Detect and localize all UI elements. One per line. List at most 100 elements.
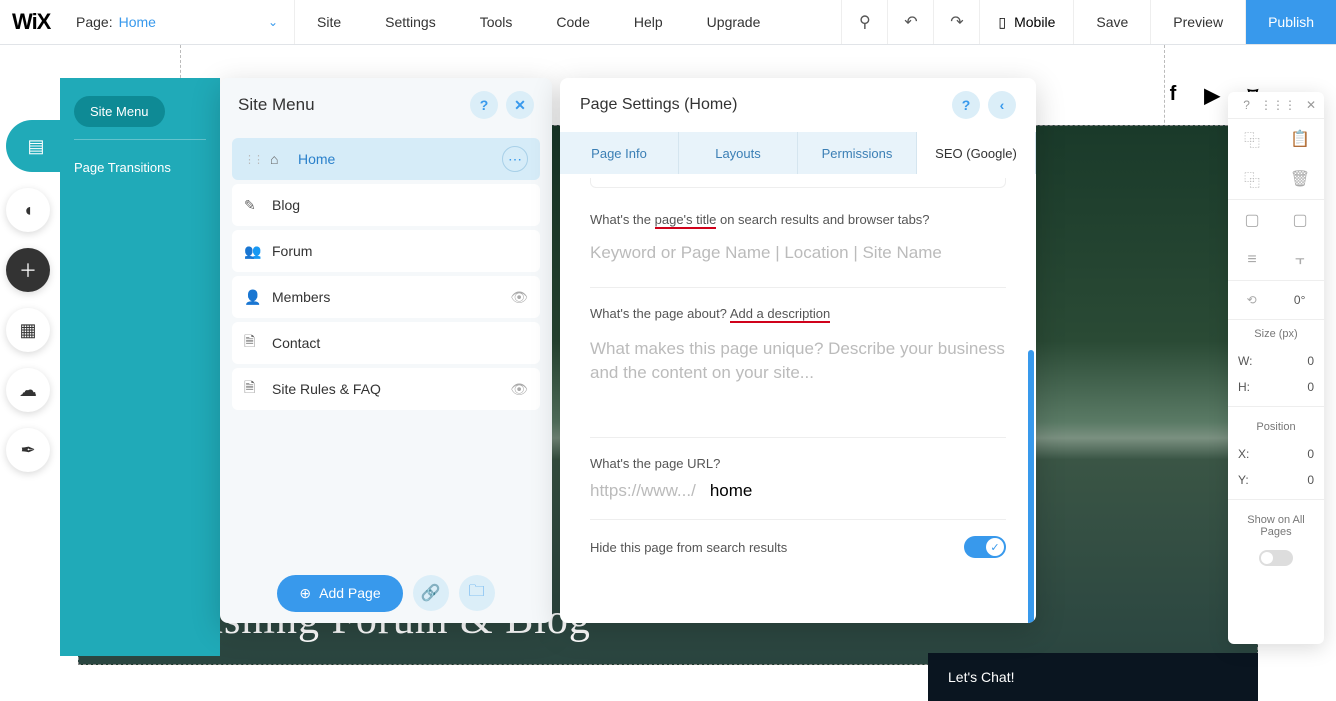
position-heading: Position bbox=[1228, 413, 1324, 441]
menu-site[interactable]: Site bbox=[295, 0, 363, 44]
duplicate-icon[interactable]: ⿻ bbox=[1228, 159, 1276, 199]
x-value[interactable]: 0 bbox=[1307, 447, 1314, 461]
url-value[interactable]: home bbox=[710, 481, 753, 501]
home-icon: ⌂ bbox=[270, 151, 290, 167]
tab-layouts[interactable]: Layouts bbox=[679, 132, 798, 174]
add-page-icon: ⊕ bbox=[299, 585, 311, 602]
mobile-label: Mobile bbox=[1014, 14, 1055, 30]
page-label: Home bbox=[298, 151, 335, 167]
pages-button[interactable]: ▤ bbox=[10, 124, 62, 168]
top-bar: WiX Page: Home ⌄ Site Settings Tools Cod… bbox=[0, 0, 1336, 45]
page-item-blog[interactable]: ✎ Blog bbox=[232, 184, 540, 226]
site-menu-header: Site Menu ? ✕ bbox=[220, 78, 552, 132]
rotate-icon[interactable]: ⟲ bbox=[1247, 293, 1257, 307]
drag-handle-icon[interactable]: ⋮⋮⋮ bbox=[1260, 98, 1296, 112]
chat-widget[interactable]: Let's Chat! bbox=[928, 653, 1258, 701]
facebook-icon[interactable]: f bbox=[1170, 83, 1177, 108]
delete-icon[interactable]: 🗑 bbox=[1276, 159, 1324, 199]
drag-handle-icon[interactable]: ⋮⋮ bbox=[244, 153, 262, 166]
page-item-forum[interactable]: 👥 Forum bbox=[232, 230, 540, 272]
add-page-button[interactable]: ⊕ Add Page bbox=[277, 575, 402, 612]
background-button[interactable]: ◖ bbox=[6, 188, 50, 232]
menu-tools[interactable]: Tools bbox=[458, 0, 535, 44]
site-menu-panel: Site Menu ? ✕ ⋮⋮ ⌂ Home ⋯ ✎ Blog 👥 Forum… bbox=[220, 78, 552, 623]
show-all-toggle[interactable] bbox=[1259, 550, 1293, 566]
close-icon[interactable]: ✕ bbox=[506, 91, 534, 119]
copy-icon[interactable]: ⿻ bbox=[1228, 119, 1276, 159]
hide-page-row: Hide this page from search results bbox=[590, 520, 1006, 558]
hidden-icon[interactable]: 👁 bbox=[510, 381, 528, 398]
help-icon[interactable]: ? bbox=[952, 91, 980, 119]
page-label: Blog bbox=[272, 197, 300, 213]
y-value[interactable]: 0 bbox=[1307, 473, 1314, 487]
mobile-button[interactable]: ▯ Mobile bbox=[979, 0, 1073, 44]
settings-tabs: Page Info Layouts Permissions SEO (Googl… bbox=[560, 132, 1036, 174]
youtube-icon[interactable]: ▶ bbox=[1204, 83, 1219, 108]
height-value[interactable]: 0 bbox=[1307, 380, 1314, 394]
publish-button[interactable]: Publish bbox=[1245, 0, 1336, 44]
title-input[interactable] bbox=[590, 237, 1006, 269]
x-label: X: bbox=[1238, 447, 1249, 461]
title-field-group: What's the page's title on search result… bbox=[590, 194, 1006, 288]
more-icon[interactable]: ⋯ bbox=[502, 146, 528, 172]
upload-button[interactable]: ☁ bbox=[6, 368, 50, 412]
wix-logo[interactable]: WiX bbox=[0, 9, 60, 35]
site-menu-list: ⋮⋮ ⌂ Home ⋯ ✎ Blog 👥 Forum 👤 Members 👁 🗎… bbox=[220, 132, 552, 563]
add-button[interactable]: ＋ bbox=[6, 248, 50, 292]
back-icon[interactable]: ‹ bbox=[988, 91, 1016, 119]
distribute-icon[interactable]: ⫟ bbox=[1276, 240, 1324, 280]
site-menu-title: Site Menu bbox=[238, 95, 315, 115]
rules-icon: 🗎 bbox=[244, 377, 264, 401]
page-item-rules[interactable]: 🗎 Site Rules & FAQ 👁 bbox=[232, 368, 540, 410]
help-icon[interactable]: ? bbox=[470, 91, 498, 119]
preview-button[interactable]: Preview bbox=[1150, 0, 1245, 44]
page-transitions-item[interactable]: Page Transitions bbox=[60, 152, 220, 183]
site-menu-tab[interactable]: Site Menu bbox=[74, 96, 165, 127]
zoom-out-icon[interactable]: ⚲ bbox=[841, 0, 887, 44]
page-item-members[interactable]: 👤 Members 👁 bbox=[232, 276, 540, 318]
arrange-backward-icon[interactable]: ▢ bbox=[1276, 200, 1324, 240]
redo-icon[interactable]: ↷ bbox=[933, 0, 979, 44]
page-label: Forum bbox=[272, 243, 312, 259]
undo-icon[interactable]: ↶ bbox=[887, 0, 933, 44]
rotation-value[interactable]: 0° bbox=[1294, 293, 1305, 307]
desc-underline: Add a description bbox=[730, 306, 830, 323]
add-page-label: Add Page bbox=[319, 585, 381, 601]
page-item-home[interactable]: ⋮⋮ ⌂ Home ⋯ bbox=[232, 138, 540, 180]
save-button[interactable]: Save bbox=[1073, 0, 1150, 44]
link-icon[interactable]: 🔗 bbox=[413, 575, 449, 611]
description-input[interactable] bbox=[590, 331, 1006, 414]
url-label: What's the page URL? bbox=[590, 456, 1006, 471]
paste-icon[interactable]: 📋 bbox=[1276, 119, 1324, 159]
scrollbar[interactable] bbox=[1028, 350, 1034, 623]
title-label: What's the page's title on search result… bbox=[590, 212, 1006, 227]
folder-icon[interactable]: 🗀 bbox=[459, 575, 495, 611]
hide-page-toggle[interactable] bbox=[964, 536, 1006, 558]
description-label: What's the page about? Add a description bbox=[590, 306, 1006, 321]
arrange-forward-icon[interactable]: ▢ bbox=[1228, 200, 1276, 240]
hidden-icon[interactable]: 👁 bbox=[510, 289, 528, 306]
menu-settings[interactable]: Settings bbox=[363, 0, 458, 44]
page-selector[interactable]: Page: Home ⌄ bbox=[60, 0, 295, 44]
apps-button[interactable]: ▦ bbox=[6, 308, 50, 352]
menu-code[interactable]: Code bbox=[534, 0, 611, 44]
align-icon[interactable]: ≡ bbox=[1228, 240, 1276, 280]
url-prefix: https://www.../ bbox=[590, 481, 696, 501]
width-value[interactable]: 0 bbox=[1307, 354, 1314, 368]
bookings-button[interactable]: ✒ bbox=[6, 428, 50, 472]
tab-seo[interactable]: SEO (Google) bbox=[917, 132, 1036, 174]
menu-upgrade[interactable]: Upgrade bbox=[685, 0, 783, 44]
help-icon[interactable]: ? bbox=[1243, 98, 1250, 112]
close-icon[interactable]: ✕ bbox=[1306, 98, 1316, 112]
tab-page-info[interactable]: Page Info bbox=[560, 132, 679, 174]
right-properties-panel: ? ⋮⋮⋮ ✕ ⿻ 📋 ⿻ 🗑 ▢ ▢ ≡ ⫟ ⟲ 0° Size (px) W… bbox=[1228, 92, 1324, 644]
hide-page-label: Hide this page from search results bbox=[590, 540, 787, 555]
contact-icon: 🗎 bbox=[244, 331, 264, 355]
page-name: Home bbox=[119, 14, 156, 30]
title-underline: page's title bbox=[655, 212, 717, 229]
settings-body: What's the page's title on search result… bbox=[560, 174, 1036, 623]
menu-help[interactable]: Help bbox=[612, 0, 685, 44]
settings-header: Page Settings (Home) ? ‹ bbox=[560, 78, 1036, 132]
tab-permissions[interactable]: Permissions bbox=[798, 132, 917, 174]
page-item-contact[interactable]: 🗎 Contact bbox=[232, 322, 540, 364]
